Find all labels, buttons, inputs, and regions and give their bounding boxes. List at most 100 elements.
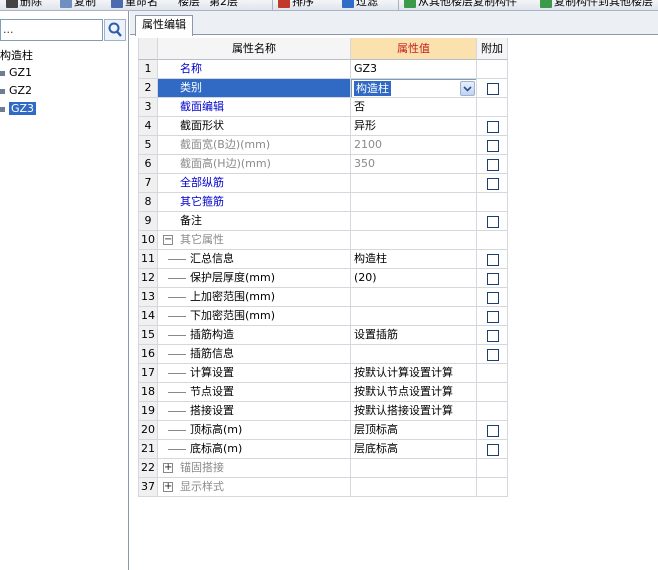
property-name-cell[interactable]: 名称: [158, 60, 351, 79]
property-value-cell[interactable]: [351, 307, 477, 326]
header-extra[interactable]: 附加: [477, 38, 508, 60]
property-name-cell[interactable]: 备注: [158, 212, 351, 231]
sort-button[interactable]: 排序: [278, 0, 314, 9]
property-value-cell[interactable]: 层底标高: [351, 440, 477, 459]
extra-checkbox[interactable]: [487, 292, 499, 304]
property-value-cell[interactable]: [351, 193, 477, 212]
table-row[interactable]: 16 插筋信息: [138, 345, 508, 364]
table-row[interactable]: 18 节点设置 按默认节点设置计算: [138, 383, 508, 402]
property-name-cell[interactable]: 汇总信息: [158, 250, 351, 269]
extra-checkbox[interactable]: [487, 121, 499, 133]
property-name-cell[interactable]: 下加密范围(mm): [158, 307, 351, 326]
filter-button[interactable]: 过滤: [342, 0, 378, 9]
extra-checkbox[interactable]: [487, 349, 499, 361]
property-value-cell[interactable]: 按默认搭接设置计算: [351, 402, 477, 421]
extra-checkbox[interactable]: [487, 254, 499, 266]
property-value-cell[interactable]: 设置插筋: [351, 326, 477, 345]
table-row[interactable]: 17 计算设置 按默认计算设置计算: [138, 364, 508, 383]
property-value-cell[interactable]: 350: [351, 155, 477, 174]
property-value-cell[interactable]: GZ3: [351, 60, 477, 79]
search-button[interactable]: [104, 19, 126, 41]
table-row[interactable]: 9 备注: [138, 212, 508, 231]
header-value[interactable]: 属性值: [351, 38, 477, 60]
table-row[interactable]: 21 底标高(m) 层底标高: [138, 440, 508, 459]
property-name-cell[interactable]: + 显示样式: [158, 478, 351, 497]
property-value-cell[interactable]: 层顶标高: [351, 421, 477, 440]
property-name-cell[interactable]: 计算设置: [158, 364, 351, 383]
property-value-cell[interactable]: [351, 212, 477, 231]
extra-checkbox[interactable]: [487, 178, 499, 190]
table-row[interactable]: 10− 其它属性: [138, 231, 508, 250]
property-value-cell[interactable]: 异形: [351, 117, 477, 136]
property-name-cell[interactable]: 截面高(H边)(mm): [158, 155, 351, 174]
expand-icon[interactable]: +: [163, 482, 173, 492]
table-row[interactable]: 14 下加密范围(mm): [138, 307, 508, 326]
property-value-cell[interactable]: 按默认计算设置计算: [351, 364, 477, 383]
extra-checkbox[interactable]: [487, 425, 499, 437]
extra-checkbox[interactable]: [487, 140, 499, 152]
property-name-cell[interactable]: 保护层厚度(mm): [158, 269, 351, 288]
property-value-cell[interactable]: [351, 478, 477, 497]
table-row[interactable]: 1 名称 GZ3: [138, 60, 508, 79]
header-name[interactable]: 属性名称: [158, 38, 351, 60]
property-name-cell[interactable]: 类别: [158, 79, 351, 98]
property-name-cell[interactable]: 截面形状: [158, 117, 351, 136]
table-row[interactable]: 15 插筋构造 设置插筋: [138, 326, 508, 345]
table-row[interactable]: 19 搭接设置 按默认搭接设置计算: [138, 402, 508, 421]
table-row[interactable]: 8 其它箍筋: [138, 193, 508, 212]
property-value-cell[interactable]: 构造柱: [351, 79, 477, 98]
property-value-cell[interactable]: [351, 345, 477, 364]
extra-checkbox[interactable]: [487, 311, 499, 323]
table-row[interactable]: 2 类别 构造柱: [138, 79, 508, 98]
property-name-cell[interactable]: 插筋信息: [158, 345, 351, 364]
expand-icon[interactable]: +: [163, 463, 173, 473]
table-row[interactable]: 22 + 锚固搭接: [138, 459, 508, 478]
floor-select[interactable]: 第2层: [209, 0, 238, 9]
rename-button[interactable]: 重命名: [111, 0, 158, 9]
property-value-cell[interactable]: [351, 288, 477, 307]
extra-checkbox[interactable]: [487, 444, 499, 456]
property-value-cell[interactable]: 按默认节点设置计算: [351, 383, 477, 402]
property-value-cell[interactable]: 构造柱: [351, 250, 477, 269]
table-row[interactable]: 11 汇总信息 构造柱: [138, 250, 508, 269]
table-row[interactable]: 5 截面宽(B边)(mm) 2100: [138, 136, 508, 155]
tree-item-gz1[interactable]: GZ1: [0, 65, 32, 81]
search-input[interactable]: ...: [0, 19, 103, 41]
copy-from-floor-button[interactable]: 从其他楼层复制构件: [404, 0, 517, 9]
tree-item-category[interactable]: 构造柱: [0, 48, 33, 64]
copy-button[interactable]: 复制: [60, 0, 96, 9]
delete-button[interactable]: 删除: [6, 0, 42, 9]
tree-item-gz2[interactable]: GZ2: [0, 83, 32, 99]
property-name-cell[interactable]: 节点设置: [158, 383, 351, 402]
extra-checkbox[interactable]: [487, 159, 499, 171]
copy-to-floor-button[interactable]: 复制构件到其他楼层: [540, 0, 653, 9]
property-value-cell[interactable]: 2100: [351, 136, 477, 155]
category-select[interactable]: 构造柱: [351, 79, 476, 97]
table-row[interactable]: 13 上加密范围(mm): [138, 288, 508, 307]
extra-checkbox[interactable]: [487, 216, 499, 228]
property-name-cell[interactable]: 截面编辑: [158, 98, 351, 117]
property-name-cell[interactable]: 顶标高(m): [158, 421, 351, 440]
table-row[interactable]: 3 截面编辑 否: [138, 98, 508, 117]
property-name-cell[interactable]: 底标高(m): [158, 440, 351, 459]
extra-checkbox[interactable]: [487, 330, 499, 342]
property-name-cell[interactable]: 截面宽(B边)(mm): [158, 136, 351, 155]
property-name-cell[interactable]: 上加密范围(mm): [158, 288, 351, 307]
collapse-icon[interactable]: −: [163, 235, 173, 245]
table-row[interactable]: 12 保护层厚度(mm) (20): [138, 269, 508, 288]
property-name-cell[interactable]: 其它箍筋: [158, 193, 351, 212]
table-row[interactable]: 37 + 显示样式: [138, 478, 508, 497]
tree-item-gz3[interactable]: GZ3: [0, 101, 37, 117]
table-row[interactable]: 4 截面形状 异形: [138, 117, 508, 136]
property-value-cell[interactable]: [351, 459, 477, 478]
table-row[interactable]: 7 全部纵筋: [138, 174, 508, 193]
table-row[interactable]: 20 顶标高(m) 层顶标高: [138, 421, 508, 440]
tab-property-edit[interactable]: 属性编辑: [135, 15, 193, 36]
property-name-cell[interactable]: 全部纵筋: [158, 174, 351, 193]
property-value-cell[interactable]: (20): [351, 269, 477, 288]
property-name-cell[interactable]: − 其它属性: [158, 231, 351, 250]
property-value-cell[interactable]: 否: [351, 98, 477, 117]
extra-checkbox[interactable]: [487, 83, 499, 95]
dropdown-button[interactable]: [460, 81, 475, 96]
extra-checkbox[interactable]: [487, 273, 499, 285]
